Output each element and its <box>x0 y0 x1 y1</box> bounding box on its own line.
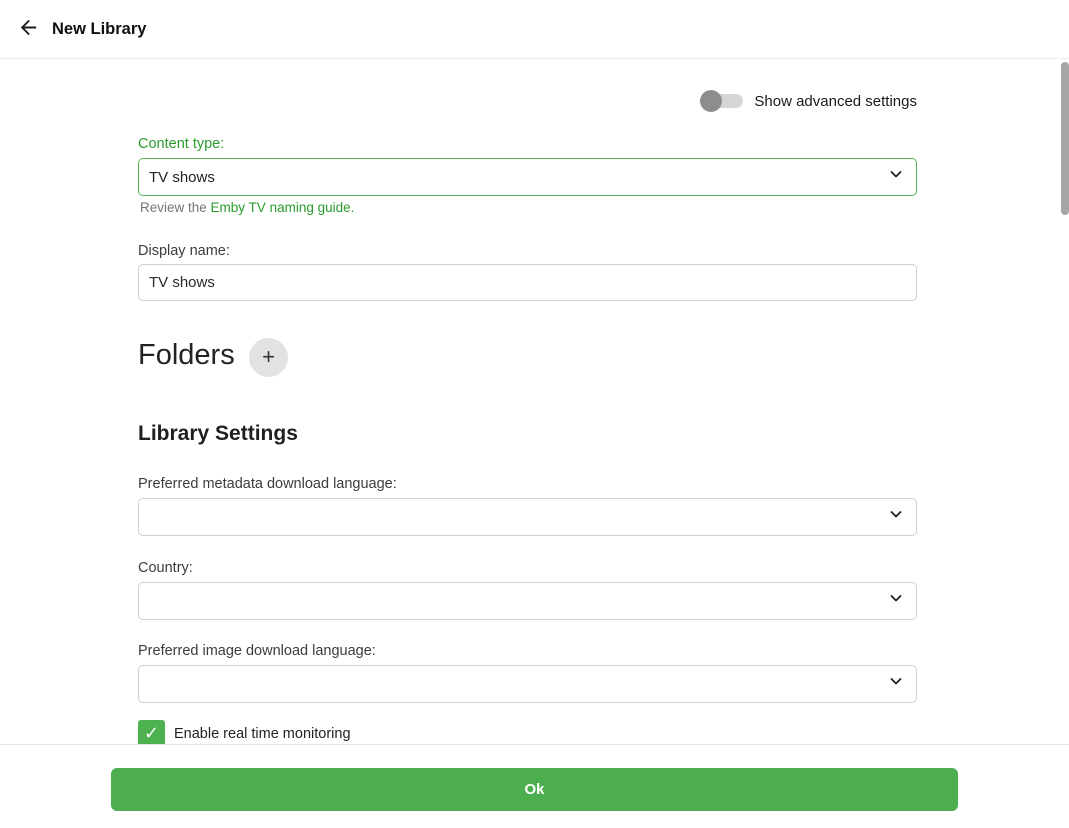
checkmark-icon: ✓ <box>143 722 160 743</box>
chevron-down-icon <box>888 674 904 695</box>
folders-heading: Folders <box>138 339 235 371</box>
back-button[interactable] <box>10 11 46 47</box>
app-header: New Library <box>0 0 1069 59</box>
back-arrow-icon <box>17 16 40 42</box>
chevron-down-icon <box>888 591 904 612</box>
helper-prefix: Review the <box>140 200 211 215</box>
content-type-helper: Review the Emby TV naming guide. <box>140 200 354 215</box>
country-label: Country: <box>138 560 193 576</box>
realtime-monitoring-row: ✓ Enable real time monitoring <box>138 720 351 744</box>
realtime-monitoring-label: Enable real time monitoring <box>174 726 351 742</box>
chevron-down-icon <box>888 507 904 528</box>
image-language-label: Preferred image download language: <box>138 643 376 659</box>
emby-tv-naming-guide-link[interactable]: Emby TV naming guide. <box>211 200 355 215</box>
realtime-monitoring-checkbox[interactable]: ✓ <box>138 720 165 744</box>
scrollbar[interactable] <box>1060 59 1069 744</box>
plus-icon: + <box>262 343 275 369</box>
library-settings-heading: Library Settings <box>138 422 298 445</box>
display-name-label: Display name: <box>138 243 230 259</box>
show-advanced-settings-toggle[interactable] <box>700 90 744 112</box>
advanced-settings-row: Show advanced settings <box>138 90 917 112</box>
chevron-down-icon <box>888 167 904 188</box>
toggle-knob <box>700 90 723 112</box>
content-type-select[interactable]: TV shows <box>138 158 917 196</box>
display-name-input[interactable] <box>138 264 917 301</box>
metadata-language-label: Preferred metadata download language: <box>138 476 397 492</box>
image-language-select[interactable] <box>138 665 917 703</box>
metadata-language-select[interactable] <box>138 498 917 536</box>
show-advanced-settings-label: Show advanced settings <box>754 92 917 110</box>
new-library-page: New Library Show advanced settings Conte… <box>0 0 1069 828</box>
content-type-value: TV shows <box>149 168 215 186</box>
dialog-footer: Ok <box>0 744 1069 828</box>
scrollbar-thumb[interactable] <box>1061 62 1069 215</box>
add-folder-button[interactable]: + <box>249 338 288 377</box>
page-title: New Library <box>52 19 147 38</box>
content-type-label: Content type: <box>138 136 225 152</box>
form-scroll-area: Show advanced settings Content type: TV … <box>0 59 1069 744</box>
country-select[interactable] <box>138 582 917 620</box>
ok-button[interactable]: Ok <box>111 768 958 811</box>
